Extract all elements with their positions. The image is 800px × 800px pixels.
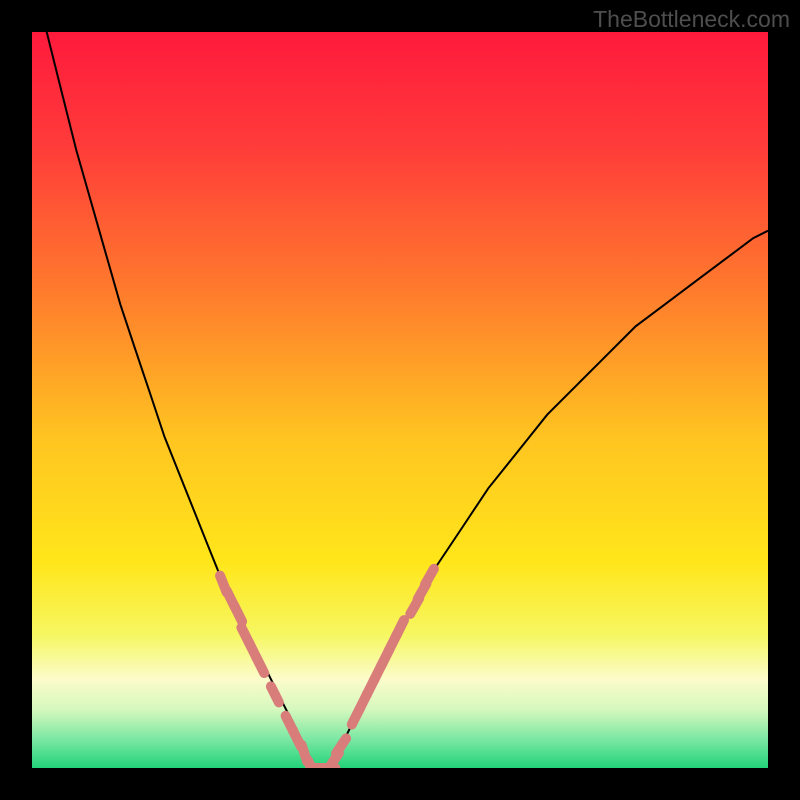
watermark-text: TheBottleneck.com (593, 6, 790, 33)
chart-frame: TheBottleneck.com (0, 0, 800, 800)
bottleneck-chart (32, 32, 768, 768)
chart-background (32, 32, 768, 768)
